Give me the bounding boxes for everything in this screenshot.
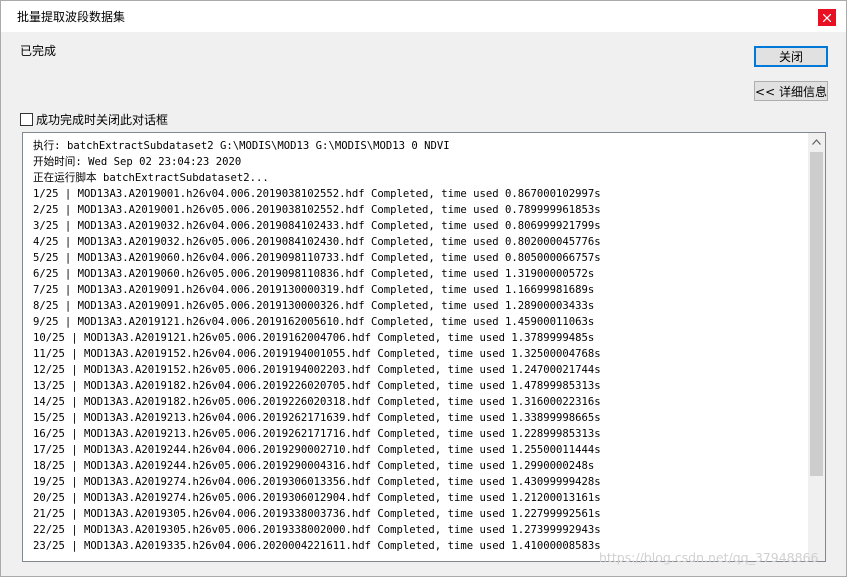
scroll-thumb[interactable] bbox=[810, 152, 823, 476]
log-line: 3/25 | MOD13A3.A2019032.h26v04.006.20190… bbox=[33, 220, 601, 232]
log-line: 21/25 | MOD13A3.A2019305.h26v04.006.2019… bbox=[33, 508, 601, 520]
log-line: 2/25 | MOD13A3.A2019001.h26v05.006.20190… bbox=[33, 204, 601, 216]
log-line: 开始时间: Wed Sep 02 23:04:23 2020 bbox=[33, 156, 242, 168]
checkbox-label: 成功完成时关闭此对话框 bbox=[36, 113, 169, 127]
log-line: 22/25 | MOD13A3.A2019305.h26v05.006.2019… bbox=[33, 524, 601, 536]
close-icon bbox=[823, 13, 831, 22]
details-button[interactable]: << 详细信息 bbox=[754, 81, 828, 101]
log-line: 16/25 | MOD13A3.A2019213.h26v05.006.2019… bbox=[33, 428, 601, 440]
log-line: 执行: batchExtractSubdataset2 G:\MODIS\MOD… bbox=[33, 140, 450, 152]
log-line: 12/25 | MOD13A3.A2019152.h26v05.006.2019… bbox=[33, 364, 601, 376]
log-line: 4/25 | MOD13A3.A2019032.h26v05.006.20190… bbox=[33, 236, 601, 248]
log-line: 7/25 | MOD13A3.A2019091.h26v04.006.20191… bbox=[33, 284, 595, 296]
close-button[interactable]: 关闭 bbox=[754, 46, 828, 67]
status-text: 已完成 bbox=[20, 44, 57, 58]
close-on-complete-checkbox[interactable] bbox=[20, 113, 33, 126]
window-close-button[interactable] bbox=[818, 9, 836, 26]
watermark: https://blog.csdn.net/qq_37948866 bbox=[599, 550, 819, 565]
log-output[interactable]: 执行: batchExtractSubdataset2 G:\MODIS\MOD… bbox=[22, 132, 826, 562]
vertical-scrollbar[interactable] bbox=[808, 133, 825, 561]
dialog-window: 批量提取波段数据集 已完成 关闭 << 详细信息 成功完成时关闭此对话框 执行:… bbox=[0, 0, 847, 577]
scroll-up-button[interactable] bbox=[808, 133, 825, 150]
log-line: 9/25 | MOD13A3.A2019121.h26v04.006.20191… bbox=[33, 316, 595, 328]
log-line: 18/25 | MOD13A3.A2019244.h26v05.006.2019… bbox=[33, 460, 595, 472]
log-line: 8/25 | MOD13A3.A2019091.h26v05.006.20191… bbox=[33, 300, 595, 312]
log-lines: 执行: batchExtractSubdataset2 G:\MODIS\MOD… bbox=[33, 138, 601, 554]
log-line: 正在运行脚本 batchExtractSubdataset2... bbox=[33, 172, 269, 184]
log-line: 17/25 | MOD13A3.A2019244.h26v04.006.2019… bbox=[33, 444, 601, 456]
log-line: 5/25 | MOD13A3.A2019060.h26v04.006.20190… bbox=[33, 252, 601, 264]
log-line: 20/25 | MOD13A3.A2019274.h26v05.006.2019… bbox=[33, 492, 601, 504]
log-line: 15/25 | MOD13A3.A2019213.h26v04.006.2019… bbox=[33, 412, 601, 424]
log-line: 14/25 | MOD13A3.A2019182.h26v05.006.2019… bbox=[33, 396, 601, 408]
log-line: 13/25 | MOD13A3.A2019182.h26v04.006.2019… bbox=[33, 380, 601, 392]
title-bar: 批量提取波段数据集 bbox=[1, 1, 846, 32]
log-line: 1/25 | MOD13A3.A2019001.h26v04.006.20190… bbox=[33, 188, 601, 200]
log-line: 6/25 | MOD13A3.A2019060.h26v05.006.20190… bbox=[33, 268, 595, 280]
window-title: 批量提取波段数据集 bbox=[17, 10, 126, 24]
log-line: 23/25 | MOD13A3.A2019335.h26v04.006.2020… bbox=[33, 540, 601, 552]
chevron-up-icon bbox=[812, 138, 821, 145]
log-line: 11/25 | MOD13A3.A2019152.h26v04.006.2019… bbox=[33, 348, 601, 360]
close-on-complete-option[interactable]: 成功完成时关闭此对话框 bbox=[20, 111, 168, 128]
log-line: 10/25 | MOD13A3.A2019121.h26v05.006.2019… bbox=[33, 332, 595, 344]
log-line: 19/25 | MOD13A3.A2019274.h26v04.006.2019… bbox=[33, 476, 601, 488]
